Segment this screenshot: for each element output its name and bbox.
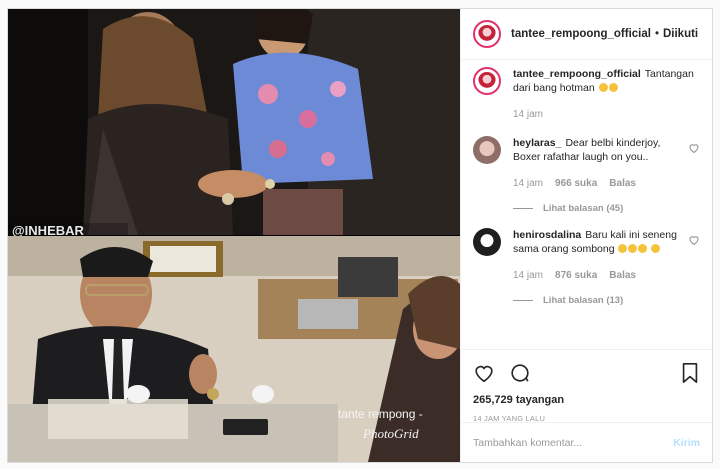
watermark-photogrid: PhotoGrid: [362, 426, 419, 441]
view-replies-label: Lihat balasan (13): [543, 295, 624, 306]
comments-list: tantee_rempoong_official Tantangan dari b…: [461, 67, 712, 306]
comment-item: heylaras_ Dear belbi kinderjoy, Boxer raf…: [473, 136, 700, 191]
small-heart-icon[interactable]: [688, 142, 700, 154]
view-replies-button[interactable]: Lihat balasan (45): [513, 203, 700, 214]
view-count[interactable]: 265,729 tayangan: [473, 394, 700, 406]
post-header: tantee_rempoong_official • Diikuti: [461, 9, 712, 60]
comment-username[interactable]: henirosdalina: [513, 229, 581, 241]
emoji-icon: [628, 244, 638, 253]
commenter-avatar[interactable]: [473, 136, 501, 164]
comment-item: henirosdalina Baru kali ini seneng sama o…: [473, 228, 700, 283]
comment-username[interactable]: heylaras_: [513, 137, 561, 149]
author-username[interactable]: tantee_rempoong_official: [511, 28, 651, 40]
comment-input[interactable]: Tambahkan komentar...: [473, 437, 673, 449]
caption-avatar[interactable]: [473, 67, 501, 95]
heart-icon[interactable]: [473, 362, 495, 384]
view-replies-label: Lihat balasan (45): [543, 203, 624, 214]
view-replies-button[interactable]: Lihat balasan (13): [513, 295, 700, 306]
add-comment-bar: Tambahkan komentar... Kirim: [461, 422, 712, 462]
emoji-icon: [638, 244, 648, 253]
emoji-icon: [618, 244, 628, 253]
emoji-icon: [598, 83, 608, 92]
post-sidebar: tantee_rempoong_official • Diikuti tante…: [460, 9, 712, 462]
bookmark-icon[interactable]: [680, 362, 700, 384]
emoji-icon: [651, 244, 661, 253]
post-comment-button[interactable]: Kirim: [673, 437, 700, 449]
small-heart-icon[interactable]: [688, 234, 700, 246]
post-actions: 265,729 tayangan 14 JAM YANG LALU: [461, 349, 712, 423]
caption: tantee_rempoong_official Tantangan dari b…: [473, 67, 700, 122]
comment-time: 14 jam: [513, 270, 544, 281]
follow-status[interactable]: Diikuti: [663, 28, 698, 40]
comment-likes[interactable]: 876 suka: [555, 269, 597, 283]
reply-button[interactable]: Balas: [609, 269, 636, 283]
watermark-bottom-name: tante rempong -: [338, 407, 423, 421]
post-card: @INHEBAR tante rempong - PhotoGrid tante…: [7, 8, 713, 463]
caption-username[interactable]: tantee_rempoong_official: [513, 68, 641, 80]
post-video[interactable]: @INHEBAR tante rempong - PhotoGrid: [8, 9, 460, 462]
commenter-avatar[interactable]: [473, 228, 501, 256]
author-avatar[interactable]: [473, 20, 501, 48]
caption-time: 14 jam: [513, 109, 544, 120]
watermark-top: @INHEBAR: [12, 223, 85, 238]
emoji-icon: [608, 83, 618, 92]
reply-button[interactable]: Balas: [609, 177, 636, 191]
comment-likes[interactable]: 966 suka: [555, 177, 597, 191]
header-separator: •: [654, 28, 659, 40]
comment-icon[interactable]: [509, 362, 531, 384]
comment-time: 14 jam: [513, 178, 544, 189]
